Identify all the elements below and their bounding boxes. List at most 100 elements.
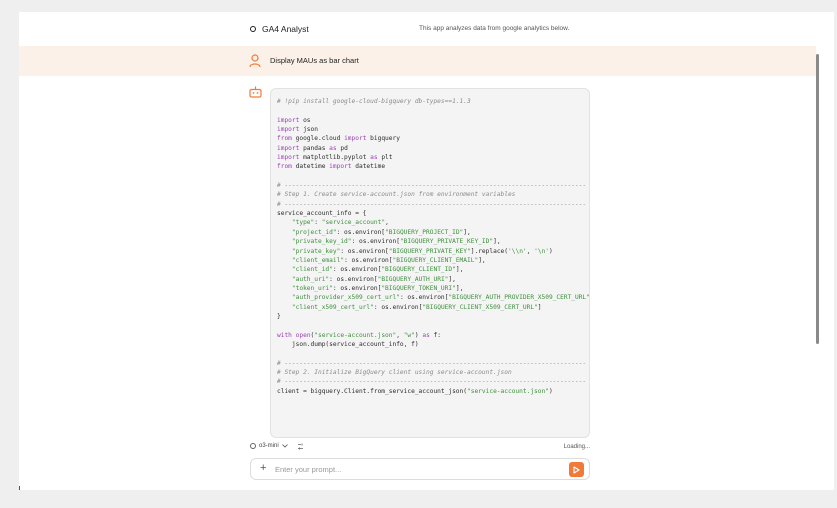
- code-token: "w": [403, 331, 415, 339]
- code-token: ]: [537, 303, 542, 311]
- code-token: "client_x509_cert_url": [291, 303, 374, 311]
- code-comment: # Step 1. Create service-account.json fr…: [277, 191, 516, 199]
- model-selector[interactable]: o3-mini: [250, 443, 288, 449]
- code-token: as: [370, 154, 378, 162]
- app-description: This app analyzes data from google analy…: [419, 25, 570, 32]
- plus-icon[interactable]: +: [260, 462, 266, 474]
- model-label: o3-mini: [259, 443, 279, 449]
- code-line: service_account_info = {: [277, 209, 589, 218]
- code-token: from: [277, 163, 292, 171]
- code-token: f:: [429, 331, 441, 339]
- code-token: "service_account": [321, 219, 386, 227]
- code-token: "project_id": [291, 228, 337, 236]
- code-line: import pandas as pd: [277, 144, 589, 153]
- send-icon: [573, 465, 580, 474]
- code-line: json.dump(service_account_info, f): [277, 340, 589, 349]
- code-token: "private_key_id": [291, 238, 352, 246]
- code-line: "token_uri": os.environ["BIGQUERY_TOKEN_…: [277, 284, 589, 293]
- code-token: "client_id": [291, 266, 333, 274]
- code-comment: # --------------------------------------…: [277, 378, 587, 386]
- gear-icon: [250, 443, 256, 449]
- code-line: import json: [277, 125, 589, 134]
- tools-icon[interactable]: [297, 443, 304, 450]
- code-line: from google.cloud import bigquery: [277, 134, 589, 143]
- code-token: '\n': [534, 247, 550, 255]
- code-line: "project_id": os.environ["BIGQUERY_PROJE…: [277, 228, 589, 237]
- code-token: : os.environ[: [351, 238, 400, 246]
- code-token: datetime: [291, 163, 330, 171]
- code-token: import: [277, 116, 300, 124]
- status-text: Loading...: [563, 444, 590, 450]
- code-token: json.dump(service_account_info, f): [277, 340, 419, 348]
- code-line: "auth_provider_x509_cert_url": os.enviro…: [277, 293, 589, 302]
- prompt-input[interactable]: [275, 463, 555, 476]
- code-token: bigquery: [366, 135, 400, 143]
- code-token: plt: [377, 154, 393, 162]
- code-token: as: [422, 331, 430, 339]
- code-comment: # Step 2. Initialize BigQuery client usi…: [277, 368, 512, 376]
- code-token: ): [548, 387, 553, 395]
- code-line: # Step 2. Initialize BigQuery client usi…: [277, 368, 589, 377]
- code-line: # --------------------------------------…: [277, 359, 589, 368]
- code-token: }: [277, 312, 281, 320]
- code-line: "client_id": os.environ["BIGQUERY_CLIENT…: [277, 265, 589, 274]
- code-block: # !pip install google-cloud-bigquery db-…: [270, 88, 590, 438]
- scrollbar-thumb[interactable]: [816, 54, 819, 344]
- code-token: ].replace(: [470, 247, 509, 255]
- code-token: : os.environ[: [399, 294, 449, 302]
- code-token: import: [344, 135, 367, 143]
- user-message-row: Display MAUs as bar chart: [19, 46, 816, 76]
- code-token: : os.environ[: [373, 303, 423, 311]
- code-token: client = bigquery.Client.from_service_ac…: [277, 387, 467, 395]
- code-line: # --------------------------------------…: [277, 181, 589, 190]
- send-button[interactable]: [569, 462, 584, 477]
- code-token: : os.environ[: [332, 284, 382, 292]
- code-token: "BIGQUERY_TOKEN_URI": [381, 284, 456, 292]
- code-line: # --------------------------------------…: [277, 377, 589, 386]
- code-token: ): [549, 247, 553, 255]
- code-token: : os.environ[: [329, 275, 378, 283]
- code-token: "BIGQUERY_PRIVATE_KEY": [388, 247, 471, 255]
- code-token: pd: [336, 144, 348, 152]
- code-token: import: [277, 126, 300, 134]
- code-token: datetime: [351, 163, 386, 171]
- code-line: }: [277, 312, 589, 321]
- code-comment: # --------------------------------------…: [277, 182, 587, 190]
- code-token: : os.environ[: [344, 256, 393, 264]
- app-header: GA4 Analyst This app analyzes data from …: [19, 12, 834, 46]
- code-line: "auth_uri": os.environ["BIGQUERY_AUTH_UR…: [277, 275, 589, 284]
- code-token: : os.environ[: [340, 247, 389, 255]
- code-line: with open("service-account.json", "w") a…: [277, 331, 589, 340]
- code-line: # !pip install google-cloud-bigquery db-…: [277, 97, 589, 106]
- code-comment: # --------------------------------------…: [277, 200, 587, 208]
- code-token: "BIGQUERY_CLIENT_EMAIL": [392, 256, 479, 264]
- code-comment: # !pip install google-cloud-bigquery db-…: [277, 98, 471, 105]
- code-comment: # --------------------------------------…: [277, 359, 587, 367]
- code-token: from: [277, 135, 292, 143]
- code-token: ,: [385, 219, 389, 227]
- code-token: pandas: [299, 144, 330, 152]
- scrollbar[interactable]: [816, 46, 834, 490]
- code-line: "type": "service_account",: [277, 218, 589, 227]
- code-line: # --------------------------------------…: [277, 200, 589, 209]
- user-message-text: Display MAUs as bar chart: [270, 56, 359, 65]
- code-token: service_account_info = {: [277, 210, 367, 218]
- code-line: import matplotlib.pyplot as plt: [277, 153, 589, 162]
- code-token: "type": [291, 219, 315, 227]
- code-token: "service-account.json": [314, 331, 397, 339]
- code-token: "BIGQUERY_CLIENT_X509_CERT_URL": [422, 303, 538, 311]
- code-lines: # !pip install google-cloud-bigquery db-…: [277, 97, 589, 396]
- code-token: "BIGQUERY_AUTH_URI": [377, 275, 449, 283]
- code-token: "BIGQUERY_CLIENT_ID": [381, 266, 456, 274]
- code-token: import: [329, 163, 352, 171]
- code-token: open: [295, 331, 311, 339]
